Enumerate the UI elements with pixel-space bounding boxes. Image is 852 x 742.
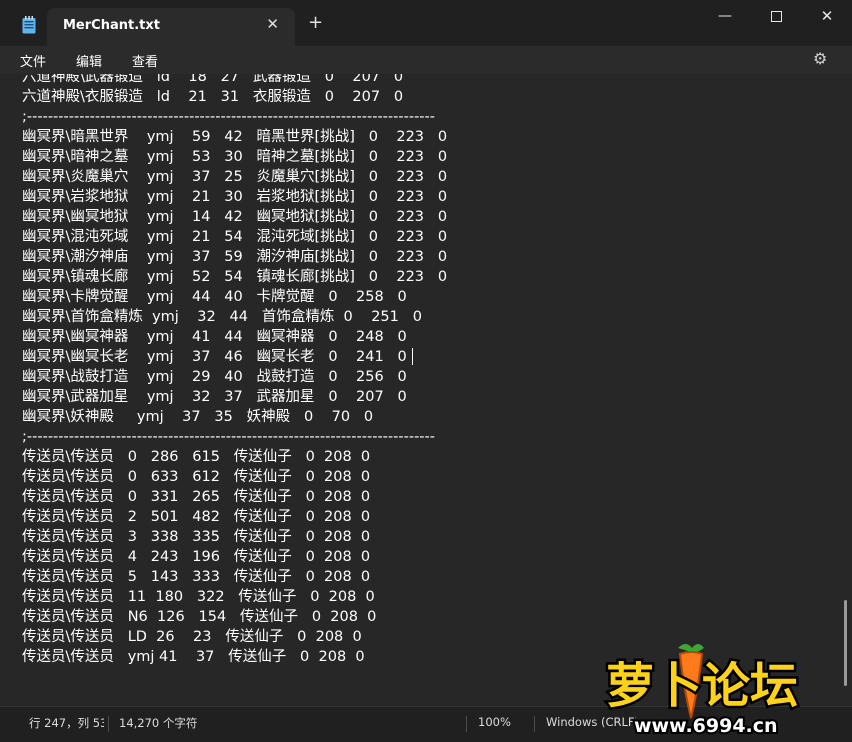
watermark-url: www.6994.cn	[634, 715, 778, 737]
text-line: 传送员\传送员 2 501 482 传送仙子 0 208 0	[22, 509, 371, 525]
cursor-position[interactable]: 行 247，列 53	[29, 715, 104, 731]
text-line: 幽冥界\混沌死域 ymj 21 54 混沌死域[挑战] 0 223 0	[22, 229, 448, 245]
new-tab-button[interactable]: +	[308, 14, 323, 32]
editor-lines: 六道神殿\武器锻造 ld 18 27 武器锻造 0 207 0 六道神殿\衣服锻造…	[22, 74, 447, 667]
zoom-level[interactable]: 100%	[478, 715, 511, 729]
minimize-button[interactable]: —	[702, 4, 748, 32]
text-line: 幽冥界\妖神殿 ymj 37 35 妖神殿 0 70 0	[22, 409, 374, 425]
watermark-main-text: 萝卜论坛	[606, 658, 798, 714]
tab-close-icon[interactable]: ✕	[266, 15, 279, 33]
text-line: 幽冥界\岩浆地狱 ymj 21 30 岩浆地狱[挑战] 0 223 0	[22, 189, 448, 205]
vertical-scrollbar[interactable]	[840, 74, 852, 706]
text-line: 幽冥界\武器加星 ymj 32 37 武器加星 0 207 0	[22, 389, 407, 405]
text-line: 幽冥界\潮汐神庙 ymj 37 59 潮汐神庙[挑战] 0 223 0	[22, 249, 448, 265]
text-line: 幽冥界\幽冥地狱 ymj 14 42 幽冥地狱[挑战] 0 223 0	[22, 209, 448, 225]
text-line: 传送员\传送员 0 633 612 传送仙子 0 208 0	[22, 469, 371, 485]
text-line: 传送员\传送员 4 243 196 传送仙子 0 208 0	[22, 549, 371, 565]
menu-edit[interactable]: 编辑	[76, 51, 102, 70]
text-line: 传送员\传送员 3 338 335 传送仙子 0 208 0	[22, 529, 371, 545]
tab-merchant-txt[interactable]: MerChant.txt ✕	[47, 8, 295, 46]
text-line: 幽冥界\暗神之墓 ymj 53 30 暗神之墓[挑战] 0 223 0	[22, 149, 448, 165]
text-line: 幽冥界\战鼓打造 ymj 29 40 战鼓打造 0 256 0	[22, 369, 407, 385]
text-line: 幽冥界\幽冥长老 ymj 37 46 幽冥长老 0 241 0	[22, 349, 407, 365]
menu-bar: 文件 编辑 查看 ⚙	[0, 46, 852, 74]
text-line: 传送员\传送员 ymj 41 37 传送仙子 0 208 0	[22, 649, 365, 665]
notepad-icon	[22, 16, 36, 34]
menu-view[interactable]: 查看	[132, 51, 158, 70]
menu-file[interactable]: 文件	[20, 51, 46, 70]
scrollbar-thumb[interactable]	[844, 600, 847, 686]
close-button[interactable]: ✕	[804, 4, 850, 32]
text-line: 六道神殿\武器锻造 ld 18 27 武器锻造 0 207 0	[22, 74, 404, 85]
text-line: 传送员\传送员 LD 26 23 传送仙子 0 208 0	[22, 629, 362, 645]
text-caret	[412, 348, 413, 365]
text-line: ;---------------------------------------…	[22, 109, 435, 125]
status-divider	[534, 716, 535, 732]
text-line: 传送员\传送员 N6 126 154 传送仙子 0 208 0	[22, 609, 377, 625]
text-line: 六道神殿\衣服锻造 ld 21 31 衣服锻造 0 207 0	[22, 89, 404, 105]
status-divider	[108, 716, 109, 732]
text-line: 幽冥界\炎魔巢穴 ymj 37 25 炎魔巢穴[挑战] 0 223 0	[22, 169, 448, 185]
text-line: 传送员\传送员 0 286 615 传送仙子 0 208 0	[22, 449, 371, 465]
text-editor[interactable]: 六道神殿\武器锻造 ld 18 27 武器锻造 0 207 0 六道神殿\衣服锻造…	[0, 74, 840, 706]
text-line: 幽冥界\幽冥神器 ymj 41 44 幽冥神器 0 248 0	[22, 329, 407, 345]
gear-icon[interactable]: ⚙	[813, 49, 827, 68]
text-line: 幽冥界\暗黑世界 ymj 59 42 暗黑世界[挑战] 0 223 0	[22, 129, 448, 145]
char-count: 14,270 个字符	[119, 716, 198, 730]
status-divider	[466, 716, 467, 732]
text-line: 传送员\传送员 11 180 322 传送仙子 0 208 0	[22, 589, 375, 605]
text-line: 幽冥界\首饰盒精炼 ymj 32 44 首饰盒精炼 0 251 0	[22, 309, 422, 325]
text-line: 幽冥界\卡牌觉醒 ymj 44 40 卡牌觉醒 0 258 0	[22, 289, 407, 305]
tab-title: MerChant.txt	[63, 18, 160, 33]
text-line: ;---------------------------------------…	[22, 429, 435, 445]
title-bar: MerChant.txt ✕ + — ✕	[0, 0, 852, 46]
text-line: 幽冥界\镇魂长廊 ymj 52 54 镇魂长廊[挑战] 0 223 0	[22, 269, 448, 285]
maximize-icon	[770, 10, 782, 22]
text-line: 传送员\传送员 0 331 265 传送仙子 0 208 0	[22, 489, 371, 505]
site-watermark-logo: 萝卜论坛 www.6994.cn	[604, 644, 801, 739]
text-line: 传送员\传送员 5 143 333 传送仙子 0 208 0	[22, 569, 371, 585]
maximize-button[interactable]	[753, 4, 799, 32]
